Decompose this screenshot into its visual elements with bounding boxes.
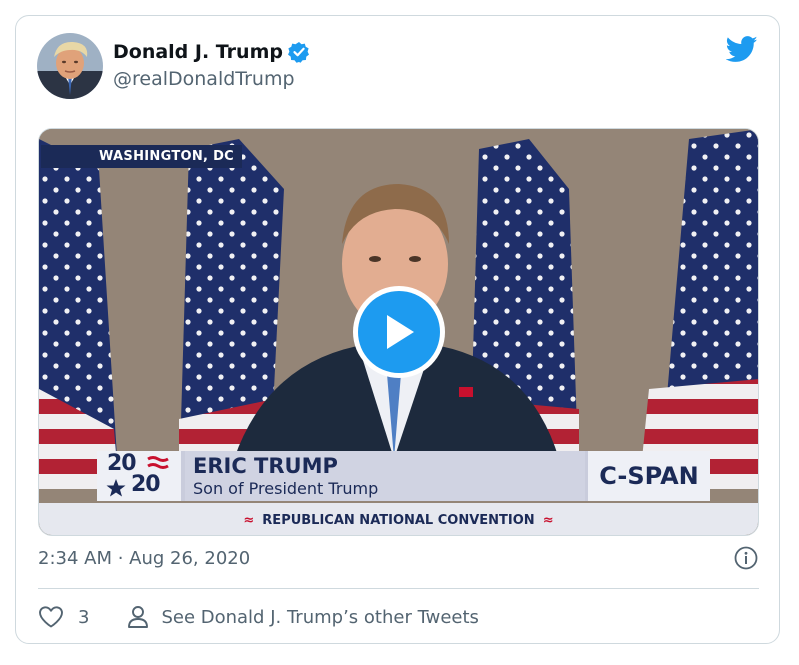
play-button[interactable] [353, 286, 445, 378]
network-logo: C-SPAN [588, 451, 710, 501]
logo-bottom-text: 20 [131, 472, 161, 497]
author-name-text: Donald J. Trump [113, 41, 283, 63]
rnc-2020-logo: 20 20 [97, 451, 181, 501]
avatar[interactable] [37, 33, 103, 99]
speaker-name: ERIC TRUMP [193, 454, 338, 478]
heart-icon [39, 606, 63, 628]
stripes-icon [147, 456, 169, 469]
tweet-actions: 3 See Donald J. Trump’s other Tweets [38, 602, 479, 632]
like-button[interactable]: 3 [38, 605, 89, 629]
verified-badge-icon [287, 41, 310, 63]
stripes-icon: ≈ [542, 512, 554, 528]
twitter-bird-icon[interactable] [725, 36, 758, 64]
speaker-box: ERIC TRUMP Son of President Trump [185, 451, 585, 501]
video-player[interactable]: WASHINGTON, DC 20 20 ERIC TRUMP Son of P… [38, 128, 759, 536]
person-icon [128, 606, 149, 628]
other-tweets-link[interactable]: See Donald J. Trump’s other Tweets [127, 605, 479, 629]
lower-third: 20 20 ERIC TRUMP Son of President Trump … [97, 451, 710, 501]
author-name[interactable]: Donald J. Trump [113, 41, 310, 63]
speaker-title: Son of President Trump [193, 479, 379, 498]
location-bug: WASHINGTON, DC [41, 145, 243, 168]
star-icon [106, 479, 126, 497]
event-banner: ≈ REPUBLICAN NATIONAL CONVENTION ≈ [39, 503, 758, 535]
tweet-timestamp[interactable]: 2:34 AM · Aug 26, 2020 [38, 548, 250, 569]
author-handle[interactable]: @realDonaldTrump [113, 68, 295, 90]
other-tweets-label: See Donald J. Trump’s other Tweets [161, 606, 479, 628]
info-icon[interactable] [734, 546, 758, 570]
play-icon [358, 291, 440, 373]
divider [38, 588, 759, 589]
like-count: 3 [78, 606, 90, 628]
event-banner-text: REPUBLICAN NATIONAL CONVENTION [262, 512, 535, 528]
tweet-card: Donald J. Trump @realDonaldTrump WASHING… [15, 15, 780, 644]
stripes-icon: ≈ [243, 512, 255, 528]
